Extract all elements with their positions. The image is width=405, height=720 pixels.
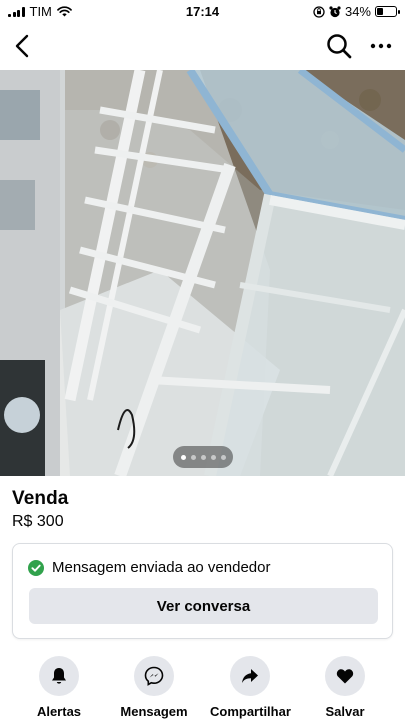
message-button[interactable]: Mensagem: [114, 656, 194, 719]
save-button-circle[interactable]: [325, 656, 365, 696]
status-right: 34%: [313, 4, 400, 19]
gallery-dot: [200, 454, 206, 460]
nav-bar: [0, 26, 405, 66]
alarm-icon: [329, 5, 341, 17]
back-chevron-icon[interactable]: [10, 32, 38, 60]
save-button[interactable]: Salvar: [305, 656, 385, 719]
battery-icon: [375, 6, 400, 17]
message-status-card: Mensagem enviada ao vendedor Ver convers…: [12, 543, 393, 639]
message-status-row: Mensagem enviada ao vendedor: [28, 559, 270, 576]
gallery-page-indicator: [173, 446, 233, 468]
display-cabinet-image: [0, 70, 405, 476]
share-button[interactable]: Compartilhar: [210, 656, 291, 719]
gallery-dot: [190, 454, 196, 460]
gallery-dot: [180, 454, 186, 460]
message-button-circle[interactable]: [134, 656, 174, 696]
gallery-dot: [220, 454, 226, 460]
battery-percent: 34%: [344, 4, 371, 19]
save-label: Salvar: [325, 704, 365, 719]
gallery-dot: [210, 454, 216, 460]
share-label: Compartilhar: [210, 704, 291, 719]
share-icon: [242, 669, 258, 683]
heart-icon: [336, 669, 354, 684]
battery-level: [377, 8, 384, 15]
alerts-button[interactable]: Alertas: [19, 656, 99, 719]
listing-title: Venda: [12, 488, 69, 509]
status-bar: TIM 17:14 34%: [0, 0, 405, 22]
message-status-text: Mensagem enviada ao vendedor: [52, 559, 271, 576]
view-conversation-button[interactable]: Ver conversa: [29, 588, 378, 624]
orientation-lock-icon: [313, 5, 325, 18]
more-icon[interactable]: [367, 32, 395, 60]
alerts-label: Alertas: [36, 704, 82, 719]
action-bar: Alertas Mensagem Compartilhar Salvar: [0, 656, 405, 720]
messenger-icon: [144, 666, 164, 686]
check-circle-icon: [28, 559, 44, 576]
product-photo[interactable]: [0, 70, 405, 476]
alerts-button-circle[interactable]: [39, 656, 79, 696]
share-button-circle[interactable]: [230, 656, 270, 696]
bell-icon: [52, 668, 66, 684]
message-label: Mensagem: [120, 704, 188, 719]
listing-price: R$ 300: [12, 513, 64, 530]
search-icon[interactable]: [325, 32, 353, 60]
